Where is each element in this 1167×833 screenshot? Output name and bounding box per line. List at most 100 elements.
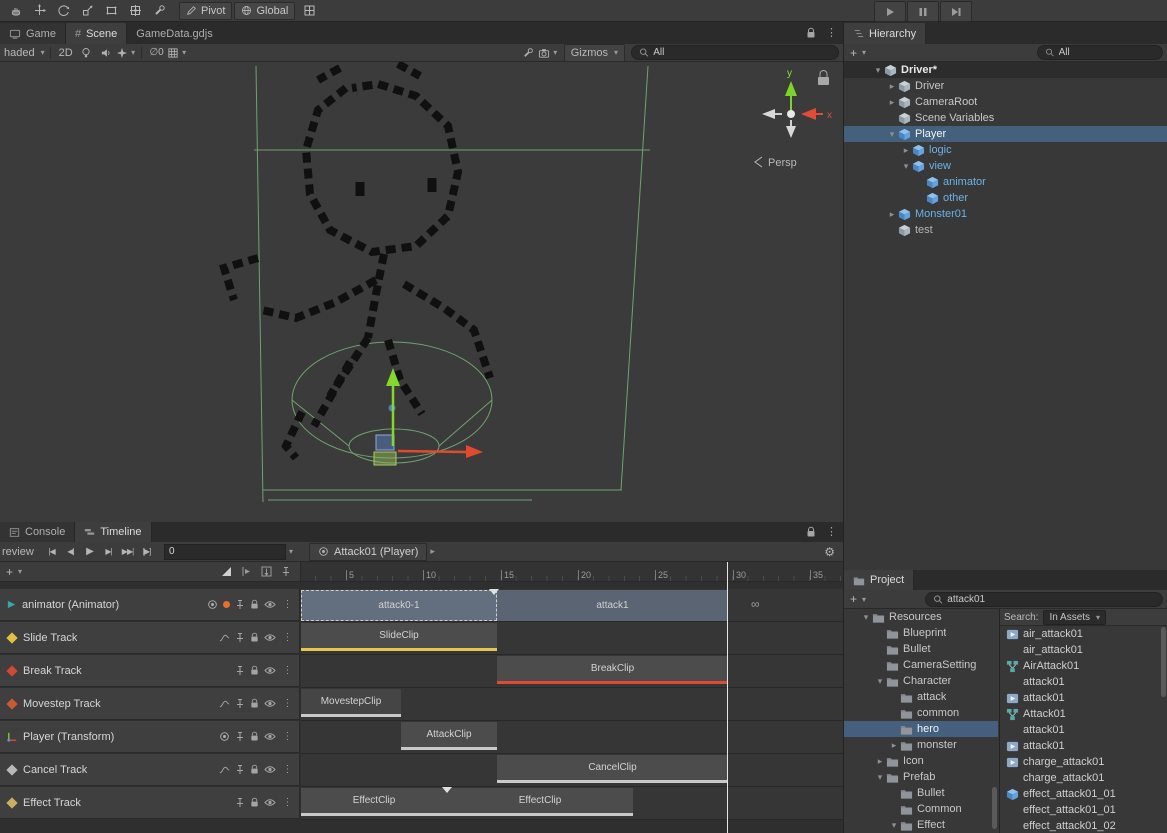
hierarchy-item-scene-variables[interactable]: Scene Variables <box>844 110 1167 126</box>
folder-icon-dir[interactable]: ▸Icon <box>844 753 998 769</box>
scene-search-input[interactable] <box>653 47 831 58</box>
curves-icon[interactable] <box>219 699 230 709</box>
asset-row[interactable]: effect_attack01_02 <box>1000 818 1167 833</box>
lock-icon[interactable] <box>806 27 816 39</box>
lock-icon[interactable] <box>250 764 259 775</box>
effects-dropdown[interactable]: ▾ <box>116 45 136 61</box>
curves-icon[interactable] <box>219 765 230 775</box>
track-lane[interactable]: AttackClip <box>301 721 843 754</box>
gizmo-x-axis[interactable] <box>398 451 466 452</box>
timeline-settings-gear-icon[interactable]: ⚙ <box>824 545 835 559</box>
folder-tree-scrollbar[interactable] <box>992 787 997 829</box>
project-search-input[interactable] <box>947 594 1155 605</box>
folder-blueprint[interactable]: Blueprint <box>844 625 998 641</box>
folder-hero[interactable]: hero <box>844 721 998 737</box>
track-header[interactable]: Break Track ⋮ <box>0 655 300 687</box>
asset-row[interactable]: Attack01 <box>1000 706 1167 722</box>
folder-camerasetting[interactable]: CameraSetting <box>844 657 998 673</box>
asset-row[interactable]: attack01 <box>1000 738 1167 754</box>
grid-settings-dropdown[interactable]: ▾ <box>167 45 187 61</box>
lock-icon[interactable] <box>806 526 816 538</box>
hierarchy-item-view[interactable]: ▾view <box>844 158 1167 174</box>
asset-row[interactable]: air_attack01 <box>1000 626 1167 642</box>
eye-icon[interactable] <box>264 600 276 609</box>
rect-tool-button[interactable] <box>99 2 123 20</box>
transform-tool-button[interactable] <box>123 2 147 20</box>
expand-arrow-icon[interactable]: ▾ <box>874 676 886 687</box>
lighting-toggle[interactable] <box>76 45 96 61</box>
clip-effect-1[interactable]: EffectClip <box>301 788 447 816</box>
lock-icon[interactable] <box>250 797 259 808</box>
hierarchy-item-other[interactable]: other <box>844 190 1167 206</box>
folder-character[interactable]: ▾Character <box>844 673 998 689</box>
track-menu-icon[interactable]: ⋮ <box>281 797 294 808</box>
track-lane[interactable]: attack0-1 attack1 ∞ <box>301 589 843 622</box>
timeline-playhead[interactable] <box>727 562 728 833</box>
track-header[interactable]: Effect Track ⋮ <box>0 787 300 819</box>
clip-attack1[interactable]: attack1 <box>497 590 728 621</box>
expand-arrow-icon[interactable]: ▾ <box>888 820 900 831</box>
gizmos-dropdown[interactable]: Gizmos▾ <box>564 44 625 62</box>
eye-icon[interactable] <box>264 633 276 642</box>
eye-icon[interactable] <box>264 666 276 675</box>
asset-row[interactable]: effect_attack01_01 <box>1000 786 1167 802</box>
marker-visibility-button[interactable] <box>276 564 296 580</box>
rotate-tool-button[interactable] <box>51 2 75 20</box>
track-header[interactable]: Movestep Track ⋮ <box>0 688 300 720</box>
folder-effect[interactable]: ▾Effect <box>844 817 998 833</box>
scene-search-field[interactable] <box>631 45 839 60</box>
folder-bullet[interactable]: Bullet <box>844 641 998 657</box>
track-menu-icon[interactable]: ⋮ <box>281 698 294 709</box>
axis-x-cone[interactable] <box>801 108 816 120</box>
track-row-animator[interactable]: animator (Animator) ⋮ attack0-1 attack1 … <box>0 589 843 622</box>
eye-icon[interactable] <box>264 798 276 807</box>
record-toggle-icon[interactable] <box>207 599 218 610</box>
lock-icon[interactable] <box>250 665 259 676</box>
track-row-movestep[interactable]: Movestep Track ⋮ MovestepClip <box>0 688 843 721</box>
tab-scene[interactable]: #Scene <box>66 23 127 44</box>
grid-snap-button[interactable] <box>297 2 321 20</box>
asset-row[interactable]: AirAttack01 <box>1000 658 1167 674</box>
scene-viewport[interactable]: y x Persp <box>0 62 843 522</box>
asset-row[interactable]: air_attack01 <box>1000 642 1167 658</box>
search-scope-dropdown[interactable]: In Assets▾ <box>1043 610 1106 625</box>
timeline-play-button[interactable]: ▶ <box>80 544 99 560</box>
asset-row[interactable]: attack01 <box>1000 722 1167 738</box>
global-toggle[interactable]: Global <box>234 2 295 20</box>
scene-visibility-toggle[interactable]: ∅0 <box>147 45 167 61</box>
pin-icon[interactable] <box>235 665 245 676</box>
axis-neg-cone-left[interactable] <box>762 109 775 119</box>
hierarchy-item-driver-scene[interactable]: ▾Driver* <box>844 62 1167 78</box>
track-lane[interactable]: BreakClip <box>301 655 843 688</box>
pin-icon[interactable] <box>235 698 245 709</box>
hand-tool-button[interactable] <box>3 2 27 20</box>
lock-icon[interactable] <box>250 698 259 709</box>
project-search-field[interactable] <box>925 592 1163 607</box>
track-lane[interactable]: EffectClip EffectClip <box>301 787 843 820</box>
folder-prefab-common[interactable]: Common <box>844 801 998 817</box>
expand-arrow-icon[interactable]: ▸ <box>900 145 912 156</box>
track-header[interactable]: Cancel Track ⋮ <box>0 754 300 786</box>
hierarchy-item-animator[interactable]: animator <box>844 174 1167 190</box>
clip-marker-icon[interactable] <box>442 787 452 793</box>
tab-timeline[interactable]: Timeline <box>75 522 151 542</box>
eye-icon[interactable] <box>264 765 276 774</box>
goto-end-button[interactable]: ▶▶| <box>118 544 137 560</box>
tab-project[interactable]: Project <box>844 570 914 590</box>
pin-icon[interactable] <box>235 632 245 643</box>
track-header[interactable]: Player (Transform) ⋮ <box>0 721 300 753</box>
tab-game[interactable]: Game <box>0 23 66 44</box>
expand-arrow-icon[interactable]: ▸ <box>886 81 898 92</box>
track-row-break[interactable]: Break Track ⋮ BreakClip <box>0 655 843 688</box>
hierarchy-create-button[interactable]: +▾ <box>848 45 868 61</box>
tab-console[interactable]: Console <box>0 522 75 542</box>
pin-icon[interactable] <box>235 599 245 610</box>
asset-row[interactable]: charge_attack01 <box>1000 754 1167 770</box>
pin-icon[interactable] <box>235 764 245 775</box>
view-lock-icon[interactable] <box>818 71 829 86</box>
replace-mode-button[interactable] <box>256 564 276 580</box>
clip-slide[interactable]: SlideClip <box>301 623 497 651</box>
move-gizmo[interactable] <box>374 368 483 465</box>
clip-attack0-1[interactable]: attack0-1 <box>301 590 497 621</box>
audio-toggle[interactable] <box>96 45 116 61</box>
